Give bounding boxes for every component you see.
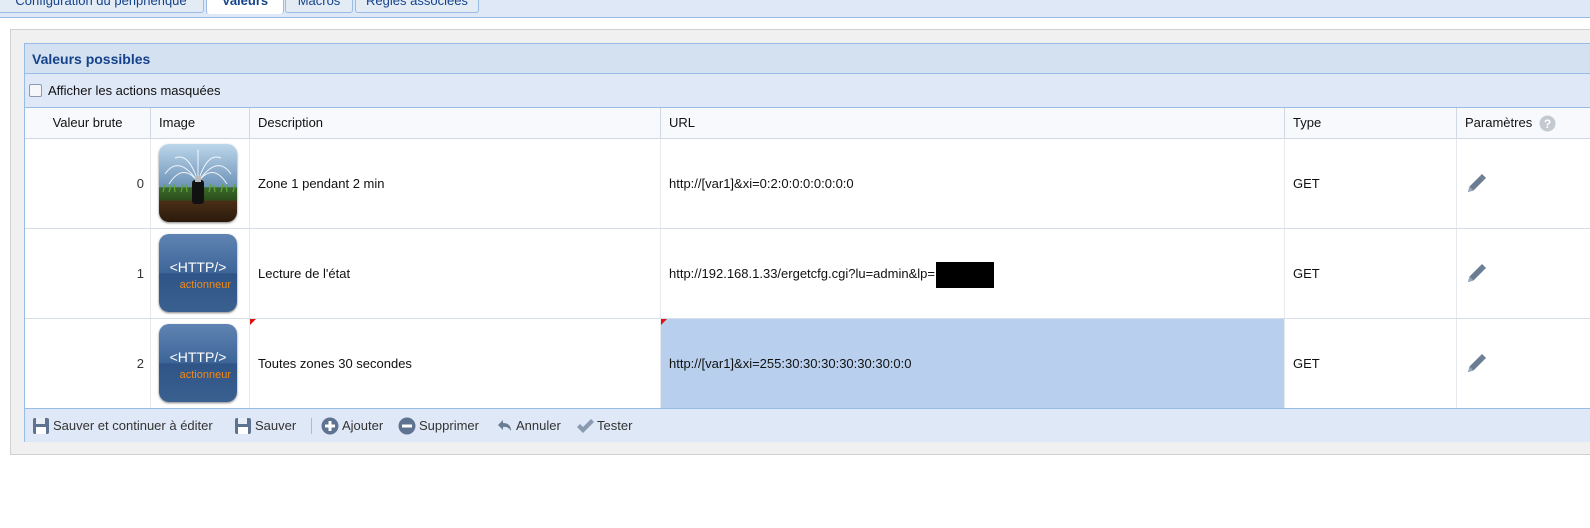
pencil-icon[interactable]	[1465, 353, 1487, 375]
http-icon-text: <HTTP/>	[169, 349, 227, 365]
toolbar-separator	[311, 418, 312, 434]
outer-panel: Valeurs possibles Afficher les actions m…	[10, 29, 1590, 455]
raw-value-cell[interactable]: 2	[25, 319, 151, 408]
http-actionneur-icon: <HTTP/> actionneur	[159, 234, 237, 312]
tab-configuration[interactable]: Configuration du périphérique	[0, 0, 204, 13]
minus-circle-icon	[398, 417, 416, 435]
panel-title-bar: Valeurs possibles	[25, 44, 1590, 74]
add-label: Ajouter	[342, 418, 384, 433]
params-cell[interactable]	[1457, 319, 1590, 408]
values-grid: Valeurs possibles Afficher les actions m…	[24, 43, 1590, 442]
col-url[interactable]: URL	[661, 108, 1285, 138]
save-label: Sauver	[255, 418, 297, 433]
panel-title: Valeurs possibles	[32, 51, 151, 67]
sprinkler-icon	[159, 144, 237, 222]
image-cell[interactable]	[151, 139, 250, 228]
undo-icon	[498, 420, 511, 431]
col-type[interactable]: Type	[1285, 108, 1457, 138]
col-description[interactable]: Description	[250, 108, 661, 138]
description-cell[interactable]: Toutes zones 30 secondes	[250, 319, 661, 408]
image-cell[interactable]: <HTTP/> actionneur	[151, 319, 250, 408]
url-cell[interactable]: http://192.168.1.33/ergetcfg.cgi?lu=admi…	[661, 229, 1285, 318]
tab-regles[interactable]: Règles associées	[355, 0, 479, 13]
url-cell-selected[interactable]: http://[var1]&xi=255:30:30:30:30:30:30:0…	[661, 319, 1285, 408]
url-text: http://[var1]&xi=255:30:30:30:30:30:30:0…	[669, 356, 912, 371]
http-icon-subtext: actionneur	[179, 279, 231, 291]
floppy-icon	[33, 418, 49, 434]
save-continue-label: Sauver et continuer à éditer	[53, 418, 213, 433]
col-image[interactable]: Image	[151, 108, 250, 138]
raw-value-cell[interactable]: 1	[25, 229, 151, 318]
tab-bar: Configuration du périphérique Valeurs Ma…	[0, 0, 1590, 18]
params-cell[interactable]	[1457, 139, 1590, 228]
type-cell[interactable]: GET	[1285, 319, 1457, 408]
dirty-marker	[661, 319, 667, 325]
image-cell[interactable]: <HTTP/> actionneur	[151, 229, 250, 318]
plus-circle-icon	[321, 417, 339, 435]
http-icon-subtext: actionneur	[179, 369, 231, 381]
show-hidden-checkbox[interactable]	[29, 84, 42, 97]
col-params[interactable]: Paramètres ?	[1457, 108, 1590, 138]
type-cell[interactable]: GET	[1285, 139, 1457, 228]
table-row[interactable]: 1 <HTTP/> actionneur Lecture de l'état h…	[25, 229, 1590, 319]
http-icon-text: <HTTP/>	[169, 259, 227, 275]
url-text: http://192.168.1.33/ergetcfg.cgi?lu=admi…	[669, 266, 935, 281]
checkmark-icon	[577, 419, 594, 433]
pencil-icon[interactable]	[1465, 173, 1487, 195]
test-button[interactable]: Tester	[576, 409, 641, 442]
show-hidden-label[interactable]: Afficher les actions masquées	[48, 83, 220, 98]
url-cell[interactable]: http://[var1]&xi=0:2:0:0:0:0:0:0:0	[661, 139, 1285, 228]
pencil-icon[interactable]	[1465, 263, 1487, 285]
http-actionneur-icon: <HTTP/> actionneur	[159, 324, 237, 402]
grid-toolbar: Sauver et continuer à éditer Sauver Ajou…	[25, 408, 1590, 442]
delete-button[interactable]: Supprimer	[398, 409, 488, 442]
col-raw-value[interactable]: Valeur brute	[25, 108, 151, 138]
test-label: Tester	[597, 418, 633, 433]
delete-label: Supprimer	[419, 418, 479, 433]
tab-macros[interactable]: Macros	[285, 0, 353, 13]
add-button[interactable]: Ajouter	[321, 409, 391, 442]
floppy-icon	[235, 418, 251, 434]
description-text: Toutes zones 30 secondes	[258, 356, 412, 371]
save-continue-button[interactable]: Sauver et continuer à éditer	[32, 409, 228, 442]
grid-header: Valeur brute Image Description URL Type …	[25, 108, 1590, 139]
col-params-label: Paramètres	[1465, 115, 1533, 130]
description-cell[interactable]: Lecture de l'état	[250, 229, 661, 318]
save-button[interactable]: Sauver	[234, 409, 304, 442]
params-cell[interactable]	[1457, 229, 1590, 318]
raw-value-cell[interactable]: 0	[25, 139, 151, 228]
table-row[interactable]: 2 <HTTP/> actionneur Toutes zones 30 sec…	[25, 319, 1590, 409]
filter-bar: Afficher les actions masquées	[25, 74, 1590, 108]
tab-valeurs[interactable]: Valeurs	[206, 0, 284, 14]
dirty-marker	[250, 319, 256, 325]
cancel-button[interactable]: Annuler	[495, 409, 570, 442]
description-cell[interactable]: Zone 1 pendant 2 min	[250, 139, 661, 228]
type-cell[interactable]: GET	[1285, 229, 1457, 318]
help-icon[interactable]: ?	[1539, 115, 1556, 132]
table-row[interactable]: 0 Zone 1 pendant 2 min http://[var1]&xi=…	[25, 139, 1590, 229]
redaction-block	[935, 261, 994, 288]
svg-text:?: ?	[1544, 117, 1551, 131]
cancel-label: Annuler	[516, 418, 561, 433]
